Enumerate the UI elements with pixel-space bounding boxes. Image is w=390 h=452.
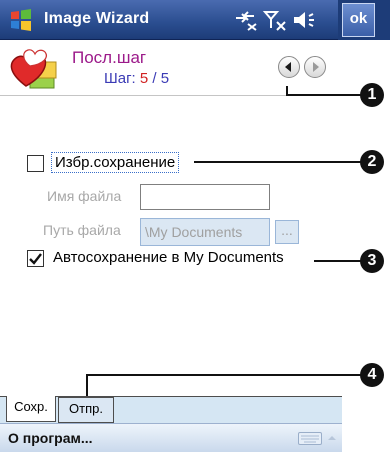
callout-badge-1: 1 bbox=[360, 83, 384, 107]
step-counter: Шаг: 5 / 5 bbox=[104, 70, 169, 87]
arrow-left-icon bbox=[285, 62, 291, 72]
windows-start-icon[interactable] bbox=[8, 7, 34, 33]
callout-4-line bbox=[86, 374, 362, 376]
tab-save[interactable]: Сохр. bbox=[6, 396, 56, 422]
file-name-input[interactable] bbox=[140, 184, 270, 210]
callout-badge-4: 4 bbox=[360, 363, 384, 387]
next-button[interactable] bbox=[304, 56, 326, 78]
callout-3-line bbox=[314, 260, 362, 262]
callout-4-tick bbox=[86, 374, 88, 398]
browse-button[interactable]: ... bbox=[275, 220, 299, 244]
arrow-right-icon bbox=[313, 62, 319, 72]
save-as-checkbox[interactable] bbox=[27, 155, 44, 172]
callout-2-line bbox=[194, 161, 362, 163]
callout-badge-3: 3 bbox=[360, 249, 384, 273]
signal-off-icon[interactable] bbox=[262, 8, 288, 32]
checkmark-icon bbox=[29, 253, 42, 265]
title-bar: Image Wizard bbox=[0, 0, 342, 40]
step-total: 5 bbox=[160, 70, 170, 87]
menu-bar: О програм... bbox=[0, 423, 342, 452]
step-separator: / bbox=[148, 70, 161, 87]
speaker-icon[interactable] bbox=[292, 8, 320, 32]
connectivity-icon[interactable] bbox=[232, 8, 258, 32]
ok-button[interactable]: ok bbox=[342, 3, 375, 37]
keyboard-icon[interactable] bbox=[298, 432, 322, 445]
step-title: Посл.шаг bbox=[72, 48, 147, 67]
callout-1-line bbox=[286, 94, 362, 96]
callout-badge-2: 2 bbox=[360, 150, 384, 174]
tab-strip: Сохр. Отпр. bbox=[0, 396, 342, 423]
app-title: Image Wizard bbox=[44, 10, 150, 27]
tab-send[interactable]: Отпр. bbox=[58, 397, 114, 423]
wizard-header: Посл.шаг Шаг: 5 / 5 bbox=[0, 40, 342, 96]
step-current: 5 bbox=[139, 70, 149, 87]
file-path-label: Путь файла bbox=[43, 222, 121, 238]
step-prefix: Шаг: bbox=[104, 70, 140, 87]
input-menu-arrow-icon[interactable] bbox=[328, 434, 336, 442]
callout-1-tick bbox=[286, 86, 288, 96]
save-as-label[interactable]: Избр.сохранение bbox=[50, 152, 180, 173]
hearts-logo-icon bbox=[10, 49, 57, 89]
about-menu-item[interactable]: О програм... bbox=[8, 430, 93, 446]
autosave-checkbox[interactable] bbox=[27, 250, 44, 267]
file-name-label: Имя файла bbox=[47, 188, 122, 204]
autosave-label[interactable]: Автосохранение в My Documents bbox=[53, 249, 284, 266]
file-path-input[interactable]: \My Documents bbox=[140, 218, 270, 246]
back-button[interactable] bbox=[278, 56, 300, 78]
